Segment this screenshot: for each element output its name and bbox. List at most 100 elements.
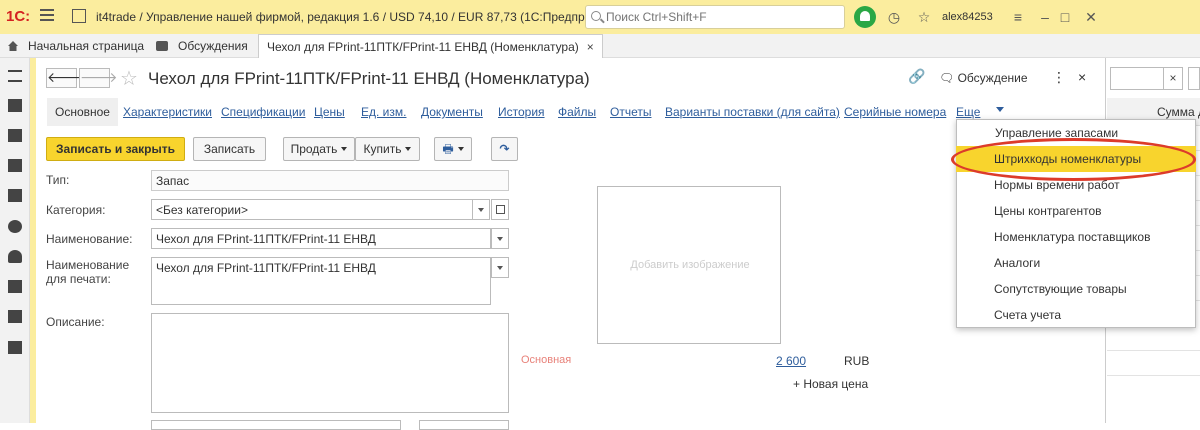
global-search[interactable] [585,5,845,29]
extra-field[interactable] [151,420,401,430]
sales-basket-icon[interactable] [8,129,22,142]
buy-button[interactable]: Купить [355,137,420,161]
subtab-main[interactable]: Основное [47,98,118,126]
type-field[interactable]: Запас [151,170,509,191]
category-open-button[interactable] [491,199,509,220]
buy-label: Купить [363,142,402,156]
subtab-files[interactable]: Файлы [558,105,596,119]
company-icon[interactable] [8,280,22,293]
price-value-link[interactable]: 2 600 [776,354,806,368]
extra-field-2[interactable] [419,420,509,430]
edit-icon[interactable] [8,341,22,354]
save-and-close-button[interactable]: Записать и закрыть [46,137,185,161]
name-dropdown-button[interactable] [491,228,509,249]
background-row-line [1107,375,1200,376]
category-label: Категория: [46,203,106,217]
subtab-specifications[interactable]: Спецификации [221,105,305,119]
sell-label: Продать [290,142,338,156]
maximize-icon[interactable]: □ [1057,9,1073,25]
link-icon[interactable]: 🔗 [908,68,925,85]
add-new-price-link[interactable]: + Новая цена [793,377,868,391]
notifications-bell-icon[interactable] [854,6,876,28]
subtab-units[interactable]: Ед. изм. [361,105,406,119]
nomenclature-form: 🡐 🡒 ☆ Чехол для FPrint-11ПТК/FPrint-11 Е… [36,58,1106,430]
discussion-button[interactable]: 🗨 Обсуждение [939,71,1028,85]
tools-icon[interactable] [8,189,22,202]
discussion-label: Обсуждение [957,71,1028,85]
subtab-characteristics[interactable]: Характеристики [123,105,212,119]
category-input[interactable]: <Без категории> [151,199,473,220]
subtab-serial-numbers[interactable]: Серийные номера [844,105,946,119]
favorite-star-icon[interactable]: ☆ [120,66,138,91]
favorites-star-icon[interactable]: ☆ [916,9,932,25]
user-name[interactable]: alex84253 [942,11,993,23]
goto-button[interactable]: ↷ [491,137,518,161]
chat-icon [156,41,168,51]
tab-discussions[interactable]: Обсуждения [148,34,256,58]
chevron-down-icon [341,147,348,151]
subtab-delivery-options[interactable]: Варианты поставки (для сайта) [665,105,840,119]
flag-icon[interactable] [8,310,22,323]
menu-icon[interactable] [8,70,22,82]
crm-icon[interactable] [8,99,22,112]
money-icon[interactable] [8,220,22,233]
background-extra-field[interactable] [1188,67,1200,90]
title-bar: 1С: it4trade / Управление нашей фирмой, … [0,0,1200,34]
panel-icon[interactable] [72,9,86,23]
subtab-documents[interactable]: Документы [421,105,483,119]
print-name-dropdown-button[interactable] [491,257,509,278]
home-icon [8,41,18,51]
background-clear-icon[interactable]: × [1163,67,1183,90]
annotation-oval [951,138,1196,181]
tab-close-icon[interactable]: × [587,40,594,54]
search-input[interactable] [606,10,836,24]
search-icon [591,11,601,21]
form-close-icon[interactable]: × [1078,69,1086,85]
name-input[interactable]: Чехол для FPrint-11ПТК/FPrint-11 ЕНВД [151,228,491,249]
menu-item-supplier-nomenclature[interactable]: Номенклатура поставщиков [994,230,1150,244]
people-icon[interactable] [8,250,22,263]
chevron-down-icon[interactable] [996,107,1004,112]
forward-button[interactable]: 🡒 [79,68,118,88]
app-title: it4trade / Управление нашей фирмой, реда… [96,10,621,24]
price-type-label: Основная [521,354,572,366]
minimize-icon[interactable]: – [1037,9,1053,25]
tab-discussions-label: Обсуждения [178,39,248,53]
print-button[interactable]: 🖶 [434,137,472,161]
form-title: Чехол для FPrint-11ПТК/FPrint-11 ЕНВД (Н… [148,69,590,88]
chevron-down-icon [405,147,412,151]
menu-item-analogs[interactable]: Аналоги [994,256,1040,270]
description-label: Описание: [46,315,105,329]
subtab-prices[interactable]: Цены [314,105,345,119]
column-header-sum: Сумма д [1157,105,1200,119]
image-placeholder[interactable]: Добавить изображение [597,186,781,344]
history-icon[interactable]: ◷ [886,9,902,25]
sell-button[interactable]: Продать [283,137,355,161]
background-row-line [1107,350,1200,351]
purchases-cart-icon[interactable] [8,159,22,172]
subtab-more[interactable]: Еще [956,105,980,119]
subtab-history[interactable]: История [498,105,545,119]
print-name-label-line1: Наименование [46,258,130,272]
save-button[interactable]: Записать [193,137,266,161]
tab-nomenclature-label: Чехол для FPrint-11ПТК/FPrint-11 ЕНВД (Н… [267,40,579,54]
window-close-icon[interactable]: ✕ [1083,9,1099,25]
name-label: Наименование: [46,232,133,246]
tab-home[interactable]: Начальная страница [0,34,152,58]
menu-item-related-goods[interactable]: Сопутствующие товары [994,282,1127,296]
open-tabs-bar: Начальная страница Обсуждения Чехол для … [0,34,1200,58]
menu-item-accounts[interactable]: Счета учета [994,308,1061,322]
tab-nomenclature[interactable]: Чехол для FPrint-11ПТК/FPrint-11 ЕНВД (Н… [258,34,603,58]
description-textarea[interactable] [151,313,509,413]
settings-icon[interactable]: ≡ [1010,9,1026,25]
menu-item-counterparty-prices[interactable]: Цены контрагентов [994,204,1102,218]
more-actions-icon[interactable]: ⋮ [1052,69,1066,86]
printer-icon: 🖶 [442,142,454,156]
category-dropdown-button[interactable] [472,199,490,220]
print-name-input[interactable]: Чехол для FPrint-11ПТК/FPrint-11 ЕНВД [151,257,491,305]
back-button[interactable]: 🡐 [46,68,85,88]
1c-logo: 1С: [6,8,31,25]
subtab-reports[interactable]: Отчеты [610,105,651,119]
chevron-down-icon [457,147,464,151]
main-menu-icon[interactable] [40,9,54,23]
